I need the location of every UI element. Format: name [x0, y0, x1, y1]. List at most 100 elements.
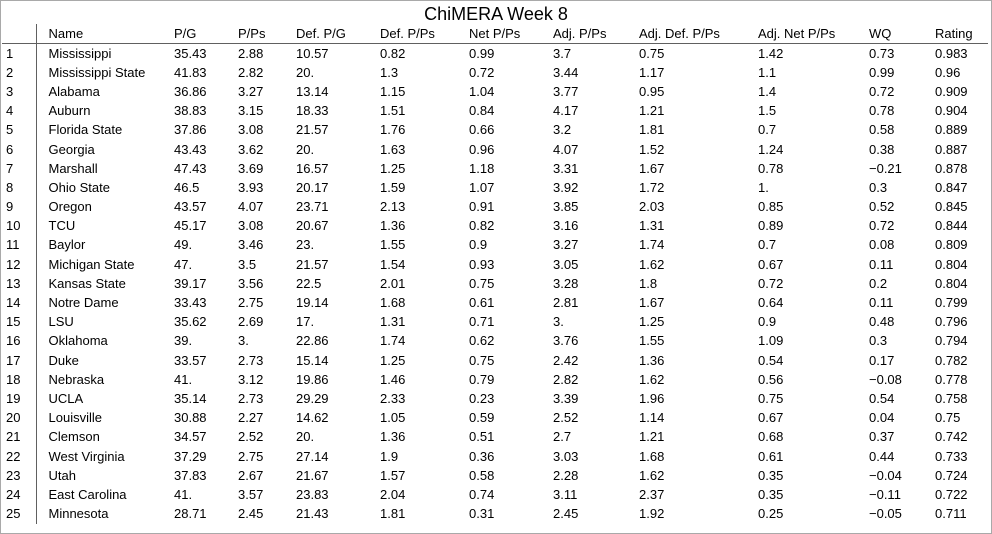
cell-adj-def-pps: 1.14 — [639, 410, 665, 426]
cell-adj-def-pps: 1.96 — [639, 390, 665, 406]
cell-pg: 41. — [174, 371, 193, 387]
cell-pps: 2.82 — [238, 64, 264, 80]
cell-pps: 3.08 — [238, 122, 264, 138]
table-row: 17 Duke 33.57 2.73 15.14 1.25 0.75 2.42 1.36 0.54… — [2, 351, 988, 371]
cell-pg: 43.43 — [174, 141, 207, 157]
cell-rating: 0.799 — [935, 295, 968, 311]
cell-adj-def-pps: 1.52 — [639, 141, 665, 157]
cell-adj-net-pps: 1. — [758, 179, 769, 195]
cell-adj-pps: 3.39 — [553, 390, 579, 406]
column-header-pg: P/G — [170, 24, 234, 44]
cell-wq: −0.08 — [869, 371, 902, 387]
table-row: 12 Michigan State 47. 3.5 21.57 1.54 0.93 3.05 1… — [2, 255, 988, 275]
cell-adj-net-pps: 1.5 — [758, 103, 777, 119]
cell-pg: 39. — [174, 333, 193, 349]
cell-pps: 2.73 — [238, 352, 264, 368]
cell-wq: 0.2 — [869, 275, 888, 291]
cell-net-pps: 0.9 — [469, 237, 488, 253]
cell-name: Marshall — [48, 160, 98, 176]
table-row: 25 Minnesota 28.71 2.45 21.43 1.81 0.31 2.45 1.9… — [2, 504, 988, 524]
cell-net-pps: 1.04 — [469, 83, 495, 99]
cell-pg: 33.43 — [174, 295, 207, 311]
rankings-table: Name P/G P/Ps Def. P/G Def. P/Ps Net P/Ps Adj.… — [2, 24, 988, 524]
cell-name: Alabama — [48, 83, 100, 99]
cell-def-pps: 1.46 — [380, 371, 406, 387]
column-header-def-pps: Def. P/Ps — [376, 24, 465, 44]
cell-def-pg: 16.57 — [296, 160, 329, 176]
cell-adj-net-pps: 1.09 — [758, 333, 784, 349]
cell-def-pg: 27.14 — [296, 448, 329, 464]
cell-def-pps: 1.36 — [380, 218, 406, 234]
cell-def-pps: 2.13 — [380, 199, 406, 215]
table-row: 14 Notre Dame 33.43 2.75 19.14 1.68 0.61 2.81 1.… — [2, 293, 988, 313]
cell-def-pg: 10.57 — [296, 45, 329, 61]
cell-pg: 35.62 — [174, 314, 207, 330]
cell-adj-def-pps: 0.95 — [639, 83, 665, 99]
cell-def-pps: 1.31 — [380, 314, 406, 330]
cell-wq: 0.73 — [869, 45, 895, 61]
cell-pg: 28.71 — [174, 506, 207, 522]
cell-pps: 3.56 — [238, 275, 264, 291]
cell-adj-pps: 3.05 — [553, 256, 579, 272]
column-header-pps: P/Ps — [234, 24, 292, 44]
cell-pg: 38.83 — [174, 103, 207, 119]
cell-wq: 0.08 — [869, 237, 895, 253]
cell-def-pg: 23.71 — [296, 199, 329, 215]
cell-name: Auburn — [48, 103, 91, 119]
cell-adj-def-pps: 0.75 — [639, 45, 665, 61]
column-header-rating: Rating — [931, 24, 988, 44]
cell-adj-pps: 3.44 — [553, 64, 579, 80]
cell-pps: 3.27 — [238, 83, 264, 99]
cell-rank: 11 — [2, 235, 37, 256]
cell-rank: 2 — [2, 63, 37, 83]
cell-adj-def-pps: 2.03 — [639, 199, 665, 215]
cell-net-pps: 0.71 — [469, 314, 495, 330]
cell-def-pg: 21.67 — [296, 467, 329, 483]
cell-net-pps: 0.99 — [469, 45, 495, 61]
cell-rating: 0.983 — [935, 45, 968, 61]
cell-net-pps: 0.62 — [469, 333, 495, 349]
table-title: ChiMERA Week 8 — [424, 4, 568, 24]
table-row: 22 West Virginia 37.29 2.75 27.14 1.9 0.36 3.03… — [2, 446, 988, 467]
table-row: 5 Florida State 37.86 3.08 21.57 1.76 0.66 3.2 1… — [2, 120, 988, 140]
cell-rating: 0.722 — [935, 486, 968, 502]
cell-rating: 0.847 — [935, 179, 968, 195]
cell-pps: 3.46 — [238, 237, 264, 253]
cell-pps: 3.15 — [238, 103, 264, 119]
cell-adj-pps: 3.03 — [553, 448, 579, 464]
cell-adj-def-pps: 1.62 — [639, 256, 665, 272]
cell-name: Oregon — [48, 199, 92, 215]
cell-name: Baylor — [48, 237, 86, 253]
cell-adj-pps: 2.42 — [553, 352, 579, 368]
cell-rank: 8 — [2, 178, 37, 198]
cell-name: TCU — [48, 218, 76, 234]
cell-wq: −0.11 — [869, 486, 901, 502]
cell-wq: −0.04 — [869, 467, 902, 483]
cell-def-pps: 1.76 — [380, 122, 406, 138]
cell-rating: 0.794 — [935, 333, 968, 349]
cell-wq: 0.78 — [869, 103, 895, 119]
cell-rank: 1 — [2, 43, 37, 64]
cell-net-pps: 0.31 — [469, 506, 495, 522]
cell-net-pps: 0.79 — [469, 371, 495, 387]
table-row: 13 Kansas State 39.17 3.56 22.5 2.01 0.75 3.28 1… — [2, 274, 988, 294]
cell-pps: 3.08 — [238, 218, 264, 234]
cell-def-pps: 1.25 — [380, 160, 406, 176]
cell-rating: 0.878 — [935, 160, 968, 176]
column-header-net-pps: Net P/Ps — [465, 24, 549, 44]
cell-wq: 0.44 — [869, 448, 895, 464]
cell-rank: 23 — [2, 466, 37, 486]
cell-adj-pps: 3. — [553, 314, 564, 330]
cell-adj-net-pps: 0.7 — [758, 122, 777, 138]
cell-pps: 3.57 — [238, 486, 264, 502]
cell-adj-pps: 4.07 — [553, 141, 579, 157]
cell-adj-pps: 4.17 — [553, 103, 579, 119]
table-row: 9 Oregon 43.57 4.07 23.71 2.13 0.91 3.85 2.03 0.8… — [2, 197, 988, 217]
cell-name: Minnesota — [48, 506, 109, 522]
cell-net-pps: 0.36 — [469, 448, 495, 464]
cell-def-pps: 1.05 — [380, 410, 406, 426]
cell-def-pps: 1.25 — [380, 352, 406, 368]
cell-adj-net-pps: 0.67 — [758, 410, 784, 426]
cell-adj-def-pps: 1.21 — [639, 103, 665, 119]
column-header-adj-def-pps: Adj. Def. P/Ps — [635, 24, 754, 44]
